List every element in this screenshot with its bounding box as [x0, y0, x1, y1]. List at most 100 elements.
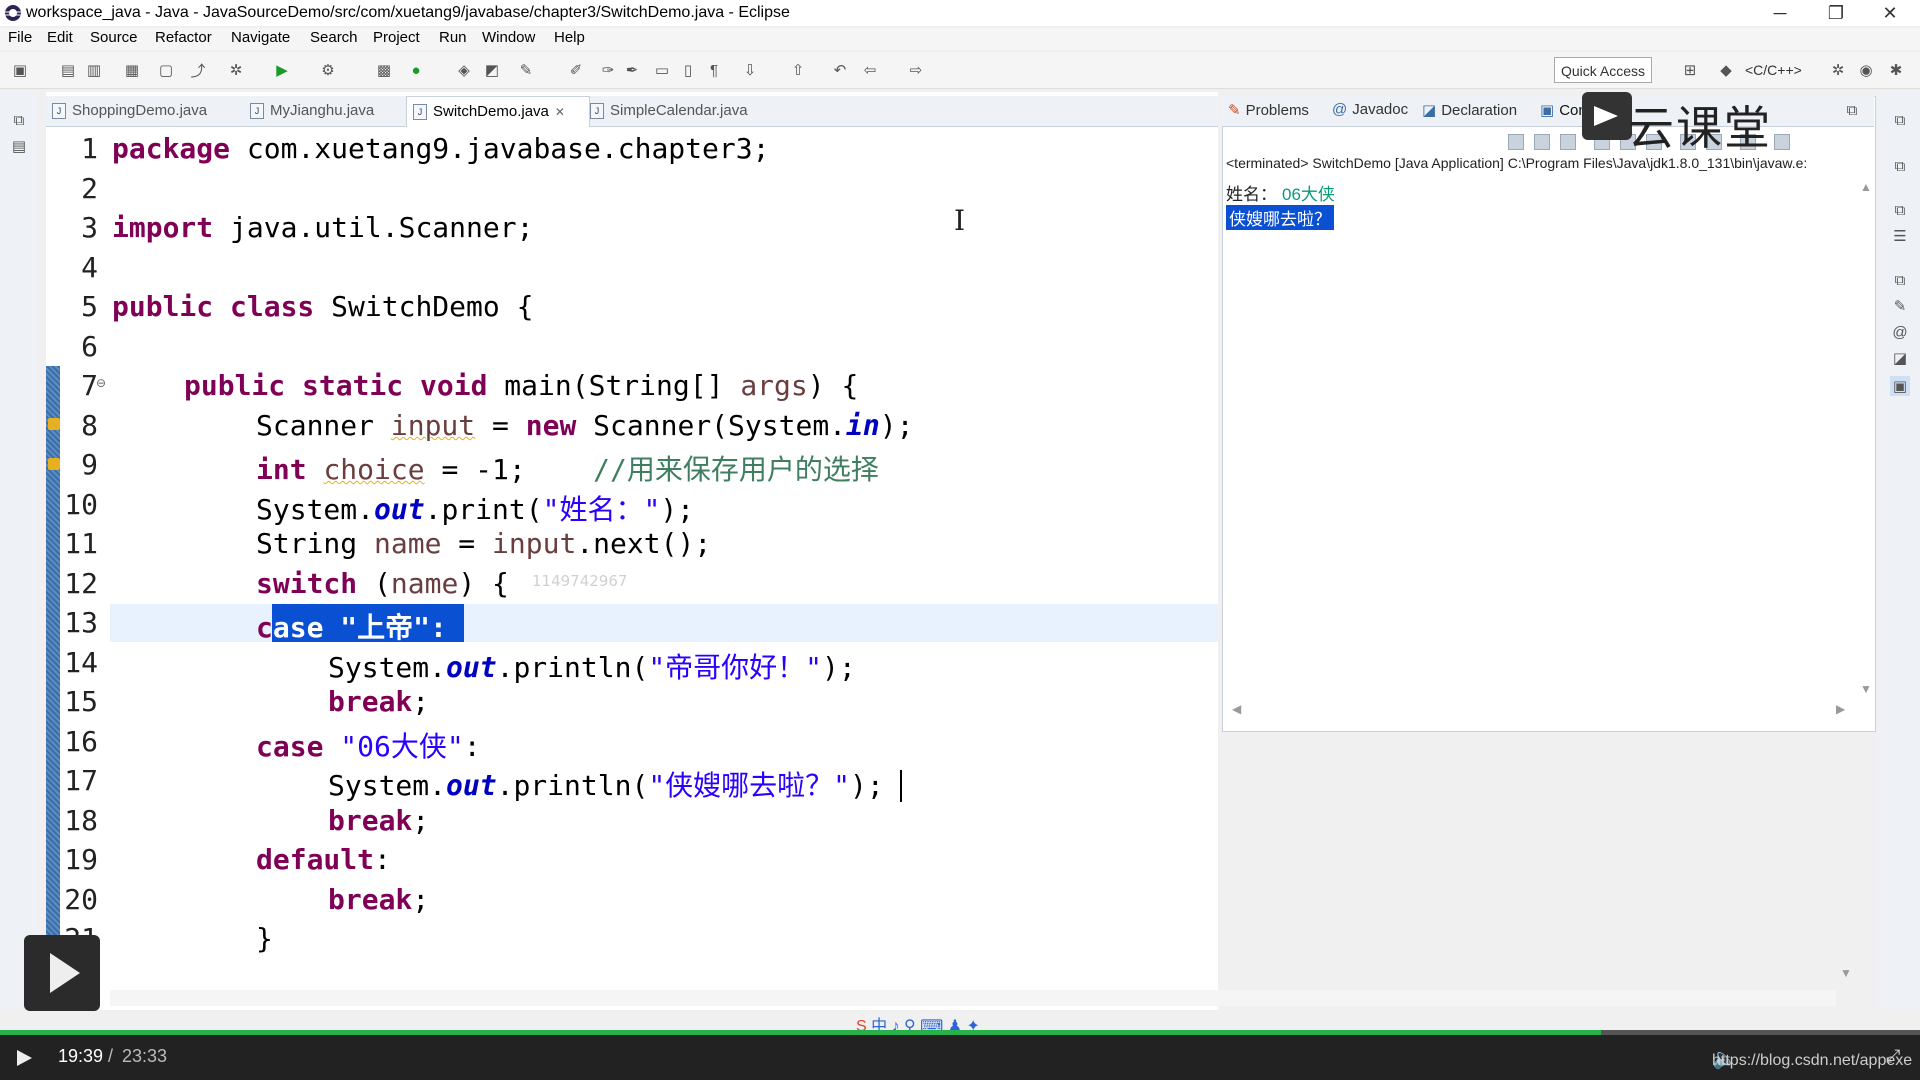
play-icon — [50, 953, 80, 993]
debug-icon[interactable]: ✲ — [226, 60, 246, 80]
back-icon[interactable]: ⇦ — [860, 60, 880, 80]
terminate-icon[interactable] — [1508, 134, 1524, 150]
run-icon[interactable]: ▶ — [272, 60, 292, 80]
fullscreen-icon[interactable]: ⤢ — [1886, 1046, 1900, 1067]
line-number: 5 — [81, 290, 98, 323]
menu-window[interactable]: Window — [482, 29, 535, 46]
outline-icon[interactable]: ☰ — [1890, 226, 1910, 246]
menu-run[interactable]: Run — [439, 29, 467, 46]
forward-icon[interactable]: ⇨ — [906, 60, 926, 80]
tab-label: ShoppingDemo.java — [72, 102, 208, 119]
code-line-15: break; — [328, 685, 430, 718]
toggle-block-icon[interactable]: ▭ — [652, 60, 672, 80]
menu-help[interactable]: Help — [554, 29, 585, 46]
tab-declaration[interactable]: ◪ Declaration — [1422, 101, 1517, 120]
restore-outline-icon[interactable]: ⧉ — [1890, 156, 1910, 176]
menu-refactor[interactable]: Refactor — [155, 29, 212, 46]
prev-annotation-icon[interactable]: ⇧ — [788, 60, 808, 80]
pen-icon[interactable]: ✑ — [598, 60, 618, 80]
save-icon[interactable]: ▤ — [58, 60, 78, 80]
console-prompt: 姓名： — [1226, 185, 1277, 204]
tab-javadoc[interactable]: @ Javadoc — [1332, 101, 1408, 118]
tab-problems[interactable]: ✎ Problems — [1228, 101, 1309, 120]
console-scroll-up-icon[interactable]: ▲ — [1860, 180, 1872, 194]
menu-edit[interactable]: Edit — [47, 29, 73, 46]
annotation-icon[interactable]: ✐ — [566, 60, 586, 80]
restore-view-icon[interactable]: ⧉ — [9, 110, 29, 130]
console-scroll-right-icon[interactable]: ▶ — [1836, 702, 1845, 716]
save-all-icon[interactable]: ▥ — [84, 60, 104, 80]
menu-project[interactable]: Project — [373, 29, 420, 46]
new-class-icon[interactable]: ● — [406, 60, 426, 80]
remove-launch-icon[interactable] — [1534, 134, 1550, 150]
line-number: 3 — [81, 211, 98, 244]
open-perspective-icon[interactable]: ⊞ — [1680, 60, 1700, 80]
line-number: 18 — [64, 804, 98, 837]
console-view-icon[interactable]: ▣ — [1890, 376, 1910, 396]
restore-right-view-icon[interactable]: ⧉ — [1890, 110, 1910, 130]
play-icon[interactable] — [14, 1048, 34, 1068]
restore-task-icon[interactable]: ⧉ — [1890, 200, 1910, 220]
open-type-icon[interactable]: ◈ — [454, 60, 474, 80]
restore-button[interactable]: ❐ — [1812, 0, 1860, 26]
line-number: 16 — [64, 725, 98, 758]
line-number: 17 — [64, 764, 98, 797]
quick-access-field[interactable]: Quick Access — [1554, 57, 1652, 83]
show-whitespace-icon[interactable]: ▯ — [678, 60, 698, 80]
java-perspective-icon[interactable]: ◉ — [1856, 60, 1876, 80]
debug-perspective-icon[interactable]: ✲ — [1828, 60, 1848, 80]
menu-file[interactable]: File — [8, 29, 32, 46]
ibeam-cursor-icon: I — [954, 204, 966, 237]
editor-scroll-down-icon[interactable]: ▼ — [1840, 966, 1852, 980]
menu-navigate[interactable]: Navigate — [231, 29, 290, 46]
code-line-3: import java.util.Scanner; — [112, 211, 534, 244]
javadoc-view-icon[interactable]: @ — [1890, 322, 1910, 342]
code-line-21: } — [256, 922, 273, 955]
print-icon[interactable]: ▦ — [122, 60, 142, 80]
search-icon[interactable]: ✎ — [516, 60, 536, 80]
editor-horizontal-scrollbar[interactable] — [110, 990, 1836, 1006]
tab-switchdemo[interactable]: J SwitchDemo.java ✕ — [406, 96, 590, 127]
next-annotation-icon[interactable]: ⇩ — [740, 60, 760, 80]
problems-view-icon[interactable]: ✎ — [1890, 296, 1910, 316]
java-file-icon: J — [590, 103, 604, 119]
remove-all-icon[interactable] — [1560, 134, 1576, 150]
new-icon[interactable]: ▣ — [10, 60, 30, 80]
current-time: 19:39 — [58, 1046, 104, 1066]
menu-source[interactable]: Source — [90, 29, 138, 46]
open-task-icon[interactable]: ◩ — [482, 60, 502, 80]
text-caret — [900, 770, 902, 802]
bug-perspective-icon[interactable]: ✱ — [1886, 60, 1906, 80]
window-title: workspace_java - Java - JavaSourceDemo/s… — [26, 4, 790, 21]
terminal-icon[interactable]: ▢ — [156, 60, 176, 80]
code-line-16: case "06大侠": — [256, 730, 481, 763]
line-number: 14 — [64, 646, 98, 679]
console-scroll-left-icon[interactable]: ◀ — [1232, 702, 1241, 716]
java-file-icon: J — [413, 104, 427, 120]
video-play-button[interactable] — [24, 935, 100, 1011]
coverage-icon[interactable]: ⚙ — [318, 60, 338, 80]
console-scroll-down-icon[interactable]: ▼ — [1860, 682, 1872, 696]
close-tab-icon[interactable]: ✕ — [555, 97, 565, 127]
declaration-view-icon[interactable]: ◪ — [1890, 348, 1910, 368]
line-number: 4 — [81, 251, 98, 284]
mark-occurrences-icon[interactable]: ✒ — [622, 60, 642, 80]
tab-label: Problems — [1245, 101, 1309, 119]
tab-simplecalendar[interactable]: J SimpleCalendar.java — [590, 96, 760, 126]
perspective-label[interactable]: <C/C++> — [1745, 62, 1802, 78]
minimize-button[interactable]: ─ — [1756, 0, 1804, 26]
new-package-icon[interactable]: ▩ — [374, 60, 394, 80]
cpp-perspective-icon[interactable]: ◆ — [1716, 60, 1736, 80]
declaration-icon: ◪ — [1422, 102, 1437, 119]
package-explorer-icon[interactable]: ▤ — [9, 136, 29, 156]
tab-shoppingdemo[interactable]: J ShoppingDemo.java — [52, 96, 224, 126]
skip-breakpoints-icon[interactable]: ⤴ — [188, 60, 208, 80]
paragraph-icon[interactable]: ¶ — [704, 60, 724, 80]
last-edit-icon[interactable]: ↶ — [830, 60, 850, 80]
tab-myjianghu[interactable]: J MyJianghu.java — [250, 96, 380, 126]
close-button[interactable]: ✕ — [1866, 0, 1914, 26]
restore-bottom-icon[interactable]: ⧉ — [1890, 270, 1910, 290]
menu-search[interactable]: Search — [310, 29, 358, 46]
minimize-view-icon[interactable]: ⧉ — [1842, 100, 1862, 120]
line-number: 11 — [64, 527, 98, 560]
